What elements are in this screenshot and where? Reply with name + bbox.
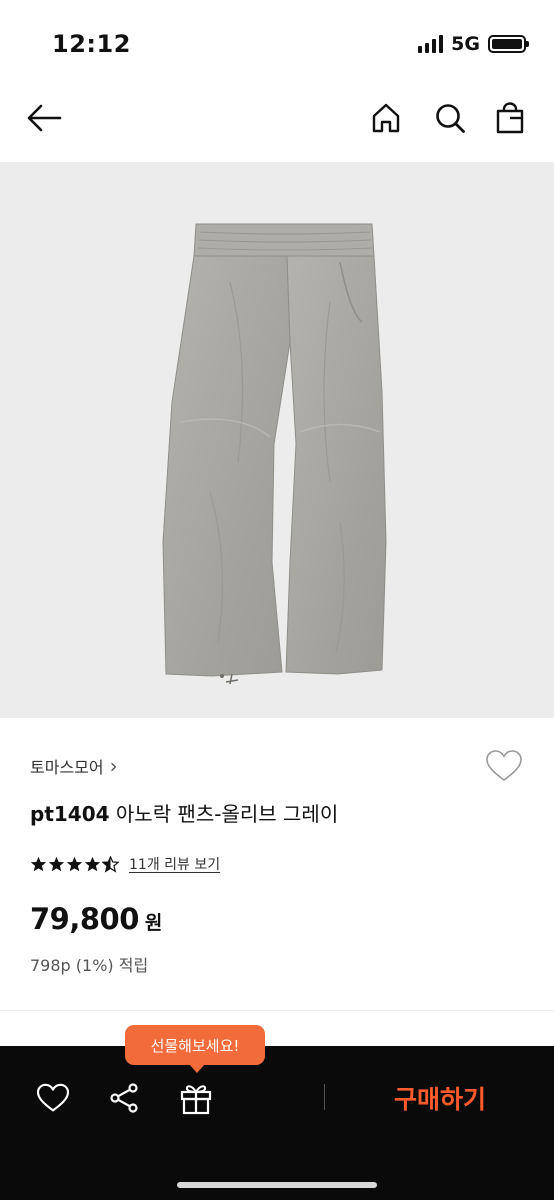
shopping-bag-button[interactable] — [488, 96, 532, 140]
status-time: 12:12 — [52, 30, 131, 58]
status-bar: 12:12 5G — [0, 0, 554, 80]
battery-icon — [488, 35, 529, 53]
gift-tooltip[interactable]: 선물해보세요! — [125, 1025, 265, 1073]
half-star-icon — [102, 855, 119, 873]
network-label: 5G — [451, 33, 480, 55]
price-row: 79,800 원 — [30, 902, 162, 936]
bottom-action-bar: 구매하기 — [0, 1046, 554, 1200]
price: 79,800 — [30, 902, 139, 936]
shopping-bag-icon — [496, 102, 524, 134]
star-icon — [66, 856, 83, 871]
rating-row: 11개 리뷰 보기 — [30, 854, 220, 874]
divider — [0, 1010, 554, 1011]
search-button[interactable] — [428, 96, 472, 140]
gray-pants-photo — [162, 223, 387, 685]
review-link[interactable]: 11개 리뷰 보기 — [129, 854, 220, 874]
top-nav-bar — [0, 80, 554, 162]
buy-button[interactable]: 구매하기 — [360, 1074, 520, 1122]
star-icon — [84, 856, 101, 871]
brand-link[interactable]: 토마스모어 › — [30, 754, 118, 778]
back-button[interactable] — [22, 96, 66, 140]
chevron-right-icon: › — [109, 754, 118, 778]
search-icon — [436, 104, 465, 133]
product-name: 아노락 팬츠-올리브 그레이 — [109, 802, 339, 826]
gift-button[interactable] — [174, 1076, 218, 1120]
heart-outline-icon — [486, 750, 522, 781]
product-image[interactable] — [0, 162, 554, 718]
heart-icon — [36, 1083, 70, 1112]
gift-icon — [180, 1085, 212, 1115]
home-indicator — [177, 1182, 377, 1188]
like-button[interactable] — [31, 1076, 75, 1120]
star-icon — [30, 856, 47, 871]
home-icon — [372, 103, 400, 133]
back-arrow-icon — [27, 104, 62, 132]
product-title: pt1404 아노락 팬츠-올리브 그레이 — [30, 798, 338, 827]
star-icon — [48, 856, 65, 871]
share-button[interactable] — [102, 1076, 146, 1120]
status-indicators: 5G — [418, 33, 529, 55]
signal-icon — [418, 35, 444, 53]
home-button[interactable] — [364, 96, 408, 140]
separator — [324, 1084, 325, 1110]
reward-points: 798p (1%) 적립 — [30, 956, 149, 975]
brand-name: 토마스모어 — [30, 758, 104, 777]
product-code: pt1404 — [30, 802, 110, 826]
share-icon — [110, 1083, 138, 1113]
wishlist-button[interactable] — [482, 746, 526, 786]
currency: 원 — [144, 912, 163, 934]
star-rating — [30, 855, 119, 873]
